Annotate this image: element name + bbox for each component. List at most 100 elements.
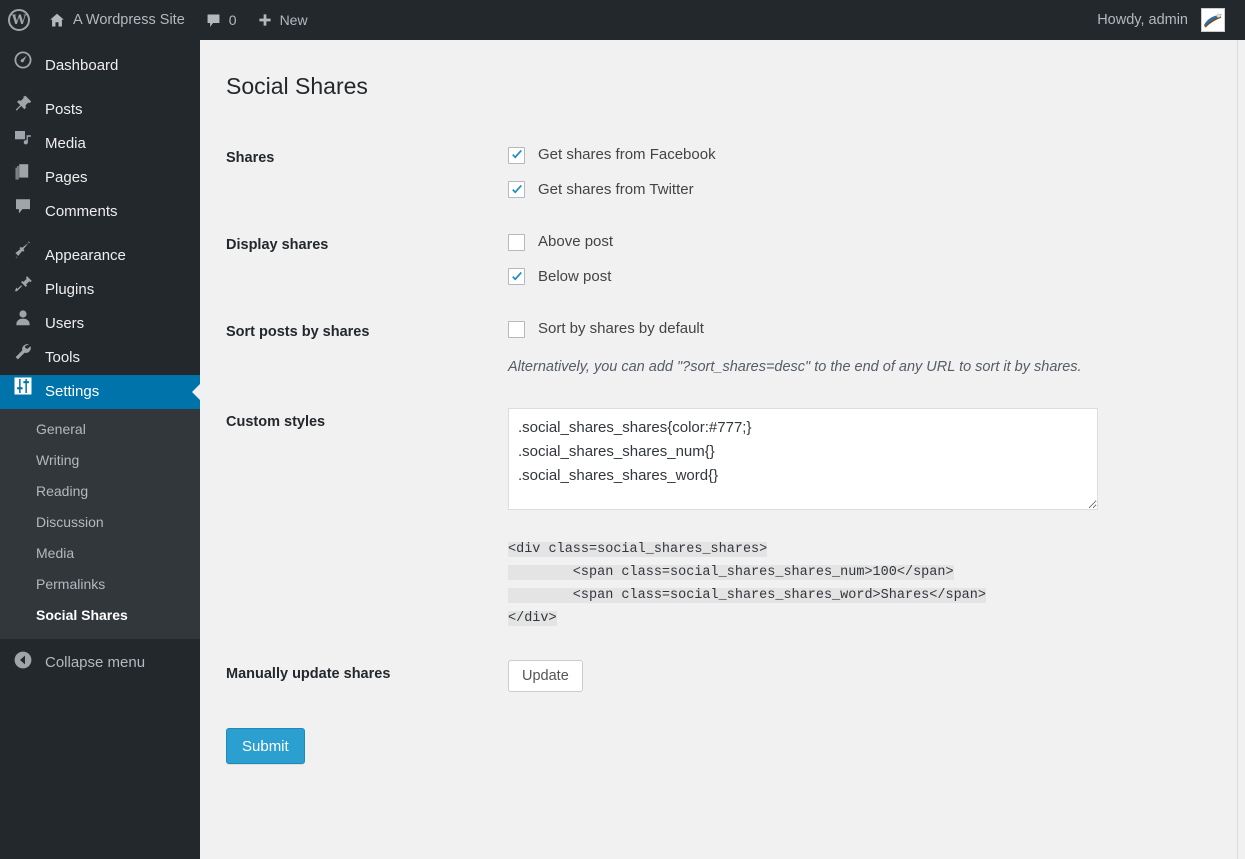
manual-update-label: Manually update shares [226, 666, 391, 682]
comment-bubble-icon [13, 195, 33, 229]
sidebar-item-label: Dashboard [45, 57, 119, 74]
option-sort-by-shares-default[interactable]: Sort by shares by default [508, 318, 1216, 341]
site-name-menu[interactable]: A Wordpress Site [38, 0, 195, 40]
comments-count: 0 [228, 12, 237, 28]
checkbox-sort-by-shares-default[interactable] [508, 320, 525, 338]
wrench-icon [13, 341, 33, 375]
media-icon [13, 127, 33, 161]
manual-update-action: Update [498, 645, 1226, 707]
admin-bar-left: W A Wordpress Site 0 New [0, 0, 318, 40]
plus-icon [257, 12, 273, 28]
new-label: New [279, 12, 308, 28]
sidebar-item-posts[interactable]: Posts [0, 93, 200, 127]
howdy-label: Howdy, admin [1097, 12, 1188, 28]
wordpress-logo-icon: W [8, 9, 30, 31]
sidebar-item-label: Media [45, 135, 86, 152]
option-above-post[interactable]: Above post [508, 231, 1216, 254]
pin-icon [13, 93, 33, 127]
custom-styles-label: Custom styles [226, 414, 326, 431]
settings-submenu: General Writing Reading Discussion Media… [0, 409, 200, 639]
plug-icon [13, 273, 33, 307]
collapse-menu-label: Collapse menu [45, 653, 146, 671]
code-line: <div class=social_shares_shares> [508, 542, 768, 557]
checkbox-label[interactable]: Below post [538, 266, 611, 289]
collapse-menu-button[interactable]: Collapse menu [0, 645, 200, 679]
sidebar-item-tools[interactable]: Tools [0, 341, 200, 375]
chevron-left-circle-icon [13, 650, 33, 674]
submenu-item-media[interactable]: Media [0, 538, 200, 569]
checkbox-below-post[interactable] [508, 268, 525, 286]
form-row-sort-posts: Sort posts by shares Sort by shares by d… [226, 303, 1226, 393]
code-line: </div> [508, 611, 557, 626]
page-title: Social Shares [226, 73, 368, 99]
sidebar-item-label: Posts [45, 101, 83, 118]
submenu-item-permalinks[interactable]: Permalinks [0, 569, 200, 600]
user-icon [13, 307, 33, 341]
wordpress-logo-menu[interactable]: W [0, 0, 38, 40]
custom-styles-textarea[interactable] [508, 408, 1098, 511]
sidebar-item-users[interactable]: Users [0, 307, 200, 341]
admin-bar: W A Wordpress Site 0 New Howdy, admin [0, 0, 1245, 40]
sidebar-item-label: Tools [45, 349, 81, 366]
my-account-menu[interactable]: Howdy, admin [1087, 0, 1235, 40]
admin-sidebar-menu: Dashboard Posts Media Pages Comments App… [0, 40, 200, 859]
checkbox-get-shares-facebook[interactable] [508, 146, 525, 164]
comments-menu[interactable]: 0 [195, 0, 247, 40]
code-line: <span class=social_shares_shares_word>Sh… [508, 588, 986, 603]
sidebar-item-plugins[interactable]: Plugins [0, 273, 200, 307]
checkbox-label[interactable]: Get shares from Facebook [538, 144, 716, 167]
dashboard-icon [13, 49, 33, 83]
sort-posts-label: Sort posts by shares [226, 324, 370, 340]
sidebar-item-appearance[interactable]: Appearance [0, 239, 200, 273]
checkbox-label[interactable]: Sort by shares by default [538, 318, 704, 341]
submit-row: Submit [226, 710, 1217, 764]
paintbrush-icon [13, 239, 33, 273]
code-line: <span class=social_shares_shares_num>100… [508, 565, 954, 580]
sidebar-item-comments[interactable]: Comments [0, 195, 200, 229]
sidebar-item-settings[interactable]: Settings [0, 375, 200, 409]
sidebar-item-dashboard[interactable]: Dashboard [0, 49, 200, 83]
submenu-item-general[interactable]: General [0, 414, 200, 445]
new-content-menu[interactable]: New [247, 0, 318, 40]
shares-label: Shares [226, 150, 275, 166]
avatar [1201, 8, 1225, 32]
sort-posts-description: Alternatively, you can add "?sort_shares… [508, 358, 1082, 375]
site-name-label: A Wordpress Site [73, 12, 185, 28]
house-icon [48, 12, 66, 29]
submenu-item-discussion[interactable]: Discussion [0, 507, 200, 538]
submenu-item-writing[interactable]: Writing [0, 445, 200, 476]
code-sample-block: <div class=social_shares_shares> <span c… [508, 538, 1216, 630]
display-shares-options: Above post Below post [498, 216, 1226, 303]
sidebar-item-label: Pages [45, 169, 88, 186]
main-content-area: Social Shares Shares Get shares from Fac… [200, 40, 1237, 859]
checkbox-label[interactable]: Get shares from Twitter [538, 179, 694, 202]
checkbox-label[interactable]: Above post [538, 231, 613, 254]
custom-styles-field: <div class=social_shares_shares> <span c… [498, 393, 1226, 645]
sort-posts-options: Sort by shares by default Alternatively,… [498, 303, 1226, 393]
menu-separator [0, 83, 200, 93]
option-get-shares-twitter[interactable]: Get shares from Twitter [508, 179, 1216, 202]
menu-separator [0, 229, 200, 239]
shares-options: Get shares from Facebook Get shares from… [498, 129, 1226, 216]
settings-form-table: Shares Get shares from Facebook Get shar… [226, 129, 1226, 707]
option-below-post[interactable]: Below post [508, 266, 1216, 289]
menu-top-spacer [0, 40, 200, 49]
form-row-manual-update: Manually update shares Update [226, 645, 1226, 707]
comment-bubble-icon [205, 12, 222, 29]
form-row-display-shares: Display shares Above post Below post [226, 216, 1226, 303]
sidebar-item-label: Plugins [45, 281, 95, 298]
checkbox-get-shares-twitter[interactable] [508, 181, 525, 199]
submenu-item-reading[interactable]: Reading [0, 476, 200, 507]
option-get-shares-facebook[interactable]: Get shares from Facebook [508, 144, 1216, 167]
sidebar-item-media[interactable]: Media [0, 127, 200, 161]
submit-button[interactable]: Submit [226, 728, 305, 764]
sidebar-item-label: Settings [45, 383, 100, 400]
page-right-edge [1237, 40, 1245, 859]
sidebar-item-label: Comments [45, 203, 118, 220]
form-row-custom-styles: Custom styles <div class=social_shares_s… [226, 393, 1226, 645]
admin-bar-right: Howdy, admin [1087, 0, 1235, 40]
checkbox-above-post[interactable] [508, 233, 525, 251]
update-button[interactable]: Update [508, 660, 583, 692]
sidebar-item-pages[interactable]: Pages [0, 161, 200, 195]
submenu-item-social-shares[interactable]: Social Shares [0, 600, 200, 631]
